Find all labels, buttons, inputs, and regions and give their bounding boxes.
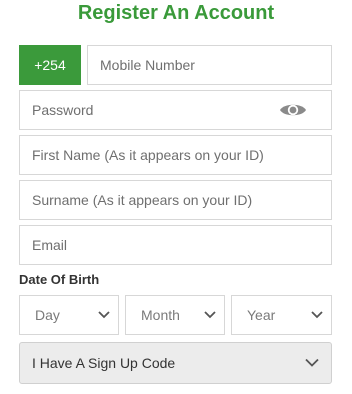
- chevron-down-icon: [305, 358, 319, 367]
- mobile-number-placeholder: Mobile Number: [100, 57, 195, 73]
- month-select-value: Month: [141, 307, 180, 323]
- eye-icon[interactable]: [279, 100, 307, 120]
- month-select[interactable]: Month: [125, 295, 225, 335]
- chevron-down-icon: [311, 311, 323, 319]
- chevron-down-icon: [98, 311, 110, 319]
- date-of-birth-label: Date Of Birth: [19, 272, 100, 287]
- year-select-value: Year: [247, 307, 276, 323]
- email-placeholder: Email: [32, 237, 68, 253]
- year-select[interactable]: Year: [231, 295, 332, 335]
- signup-code-toggle[interactable]: I Have A Sign Up Code: [19, 342, 332, 384]
- password-input[interactable]: Password: [19, 90, 332, 130]
- surname-input[interactable]: Surname (As it appears on your ID): [19, 180, 332, 220]
- password-placeholder: Password: [32, 102, 94, 118]
- day-select-value: Day: [35, 307, 60, 323]
- day-select[interactable]: Day: [19, 295, 119, 335]
- mobile-number-input[interactable]: Mobile Number: [87, 45, 332, 85]
- surname-placeholder: Surname (As it appears on your ID): [32, 192, 253, 208]
- first-name-input[interactable]: First Name (As it appears on your ID): [19, 135, 332, 175]
- page-title: Register An Account: [77, 2, 275, 24]
- chevron-down-icon: [204, 311, 216, 319]
- email-input[interactable]: Email: [19, 225, 332, 265]
- signup-code-label: I Have A Sign Up Code: [32, 355, 176, 371]
- first-name-placeholder: First Name (As it appears on your ID): [32, 147, 264, 163]
- country-code-button[interactable]: +254: [19, 45, 81, 85]
